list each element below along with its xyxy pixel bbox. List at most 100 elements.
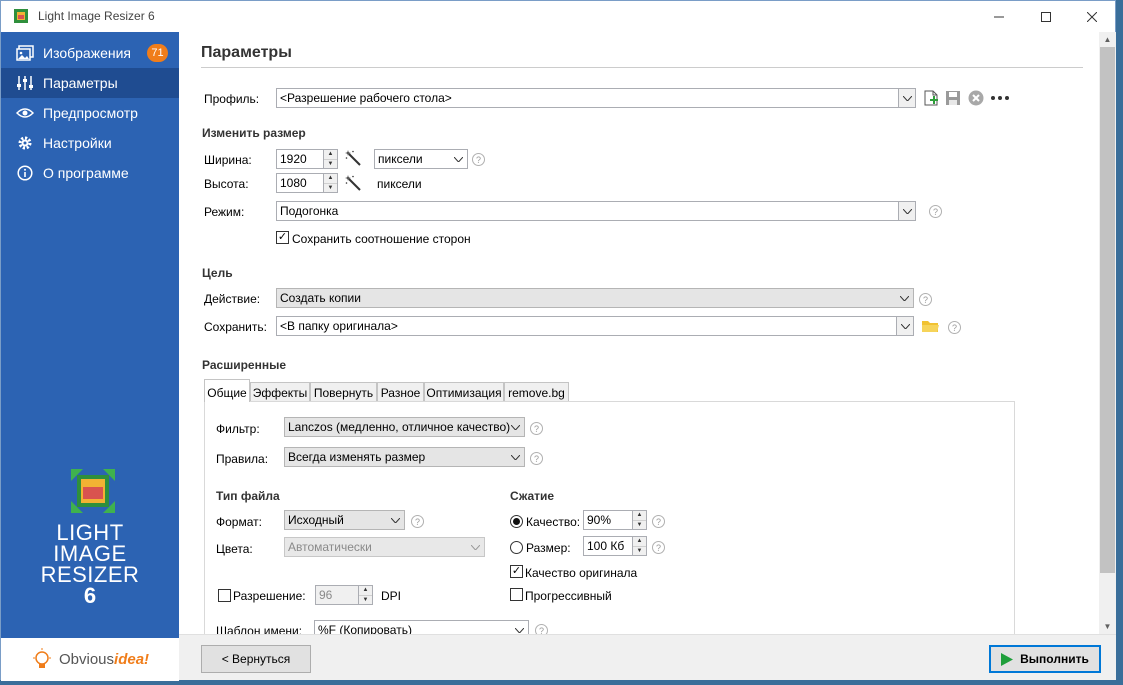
filter-select[interactable]: Lanczos (медленно, отличное качество): [284, 417, 525, 437]
folder-icon: [921, 321, 939, 332]
height-stepper[interactable]: ▲ ▼: [323, 174, 337, 192]
delete-profile-button[interactable]: [967, 89, 985, 107]
mode-label: Режим:: [204, 205, 245, 219]
vertical-scrollbar[interactable]: ▲ ▼: [1099, 32, 1116, 634]
resolution-stepper[interactable]: ▲ ▼: [358, 586, 372, 604]
keep-ratio-label: Сохранить соотношение сторон: [292, 232, 471, 246]
logo-text-image: IMAGE: [53, 541, 127, 566]
progressive-checkbox[interactable]: [510, 588, 523, 601]
back-button[interactable]: < Вернуться: [201, 645, 311, 673]
brand-name: Obviousidea!: [59, 651, 150, 668]
keep-ratio-checkbox[interactable]: ✓: [276, 231, 289, 244]
magic-wand-icon: [345, 175, 361, 191]
width-stepper[interactable]: ▲ ▼: [323, 150, 337, 168]
tab-optimization[interactable]: Оптимизация: [424, 382, 504, 402]
help-icon[interactable]: ?: [530, 452, 543, 465]
chevron-down-icon: [896, 317, 913, 335]
filter-label: Фильтр:: [216, 422, 260, 436]
format-value: Исходный: [288, 513, 344, 527]
sidebar-item-settings[interactable]: Настройки: [1, 128, 179, 158]
tab-misc[interactable]: Разное: [377, 382, 424, 402]
minimize-button[interactable]: [976, 1, 1022, 32]
quality-stepper[interactable]: ▲ ▼: [632, 511, 646, 529]
chevron-down-icon: [387, 511, 404, 529]
eye-icon: [16, 104, 34, 122]
close-button[interactable]: [1069, 1, 1115, 32]
width-magic-button[interactable]: [344, 149, 362, 167]
sidebar-item-parameters[interactable]: Параметры: [1, 68, 179, 98]
format-label: Формат:: [216, 515, 262, 529]
chevron-down-icon: [450, 150, 467, 168]
resolution-value: 96: [319, 588, 333, 602]
filter-value: Lanczos (медленно, отличное качество): [288, 420, 511, 434]
tab-effects[interactable]: Эффекты: [250, 382, 310, 402]
rules-select[interactable]: Всегда изменять размер: [284, 447, 525, 467]
original-quality-checkbox[interactable]: ✓: [510, 565, 523, 578]
sidebar-item-images[interactable]: Изображения 71: [1, 38, 179, 68]
tab-general[interactable]: Общие: [204, 379, 250, 402]
help-icon[interactable]: ?: [530, 422, 543, 435]
remove-icon: [968, 90, 984, 106]
help-icon[interactable]: ?: [948, 321, 961, 334]
sidebar-item-about[interactable]: О программе: [1, 158, 179, 188]
filetype-section-title: Тип файла: [216, 489, 280, 503]
height-value: 1080: [280, 176, 307, 190]
target-section-title: Цель: [202, 266, 233, 280]
help-icon[interactable]: ?: [652, 541, 665, 554]
info-icon: [16, 164, 34, 182]
help-icon[interactable]: ?: [919, 293, 932, 306]
help-icon[interactable]: ?: [472, 153, 485, 166]
size-input[interactable]: 100 Кб ▲ ▼: [583, 536, 647, 556]
tab-remove-bg[interactable]: remove.bg: [504, 382, 569, 402]
height-input[interactable]: 1080 ▲ ▼: [276, 173, 338, 193]
footer-bar: < Вернуться Выполнить: [179, 634, 1116, 680]
save-profile-button[interactable]: [944, 89, 962, 107]
quality-radio[interactable]: [510, 515, 523, 528]
maximize-button[interactable]: [1023, 1, 1069, 32]
run-button[interactable]: Выполнить: [989, 645, 1101, 673]
sidebar-item-preview[interactable]: Предпросмотр: [1, 98, 179, 128]
general-tab-panel: Фильтр: Lanczos (медленно, отличное каче…: [204, 401, 1015, 641]
rules-label: Правила:: [216, 452, 269, 466]
title-bar: Light Image Resizer 6: [1, 1, 1115, 32]
action-select[interactable]: Создать копии: [276, 288, 914, 308]
original-quality-label: Качество оригинала: [525, 566, 638, 580]
save-icon: [946, 91, 960, 105]
format-select[interactable]: Исходный: [284, 510, 405, 530]
save-destination-select[interactable]: <В папку оригинала>: [276, 316, 914, 336]
images-icon: [16, 44, 34, 62]
height-magic-button[interactable]: [344, 174, 362, 192]
help-icon[interactable]: ?: [411, 515, 424, 528]
scrollbar-thumb[interactable]: [1100, 47, 1115, 573]
sidebar-item-label: Настройки: [43, 135, 112, 151]
new-file-icon: [924, 90, 938, 106]
scroll-down-icon[interactable]: ▼: [1099, 619, 1116, 634]
help-icon[interactable]: ?: [929, 205, 942, 218]
resolution-checkbox[interactable]: [218, 589, 231, 602]
more-options-button[interactable]: [990, 89, 1010, 107]
mode-select[interactable]: Подогонка: [276, 201, 916, 221]
advanced-section-title: Расширенные: [202, 358, 286, 372]
size-value: 100 Кб: [587, 539, 625, 553]
colors-value: Автоматически: [288, 540, 372, 554]
height-label: Высота:: [204, 177, 249, 191]
width-label: Ширина:: [204, 153, 252, 167]
logo-text-resizer: RESIZER: [40, 562, 140, 587]
tab-rotate[interactable]: Повернуть: [310, 382, 377, 402]
lightbulb-icon: [33, 647, 51, 668]
size-radio[interactable]: [510, 541, 523, 554]
brand-logo[interactable]: Obviousidea!: [1, 638, 179, 681]
scroll-up-icon[interactable]: ▲: [1099, 32, 1116, 47]
size-stepper[interactable]: ▲ ▼: [632, 537, 646, 555]
quality-input[interactable]: 90% ▲ ▼: [583, 510, 647, 530]
logo-text-light: LIGHT: [56, 520, 124, 545]
resolution-input[interactable]: 96 ▲ ▼: [315, 585, 373, 605]
width-input[interactable]: 1920 ▲ ▼: [276, 149, 338, 169]
browse-folder-button[interactable]: [921, 317, 939, 335]
help-icon[interactable]: ?: [652, 515, 665, 528]
new-profile-button[interactable]: [922, 89, 940, 107]
page-title: Параметры: [201, 44, 292, 61]
profile-select[interactable]: <Разрешение рабочего стола>: [276, 88, 916, 108]
width-unit-select[interactable]: пиксели: [374, 149, 468, 169]
colors-select[interactable]: Автоматически: [284, 537, 485, 557]
